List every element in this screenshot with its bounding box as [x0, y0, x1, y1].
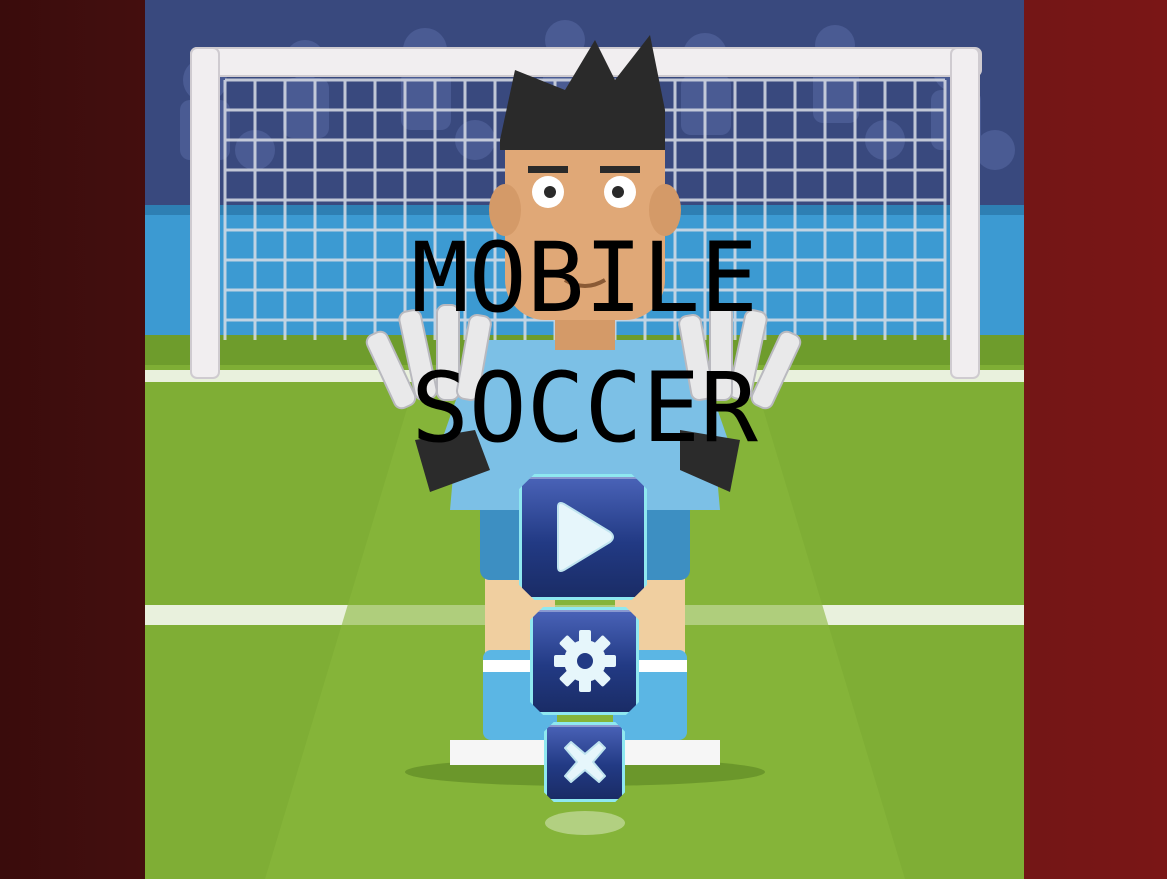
close-button[interactable] [544, 722, 625, 802]
close-icon [563, 741, 606, 783]
game-title-line-2: SOCCER [411, 352, 758, 464]
play-button[interactable] [519, 474, 647, 600]
game-canvas: MOBILE SOCCER [145, 0, 1024, 879]
game-title-line-1: MOBILE [411, 222, 758, 334]
play-icon [557, 502, 614, 572]
settings-button[interactable] [530, 607, 639, 715]
gear-icon [553, 630, 616, 692]
